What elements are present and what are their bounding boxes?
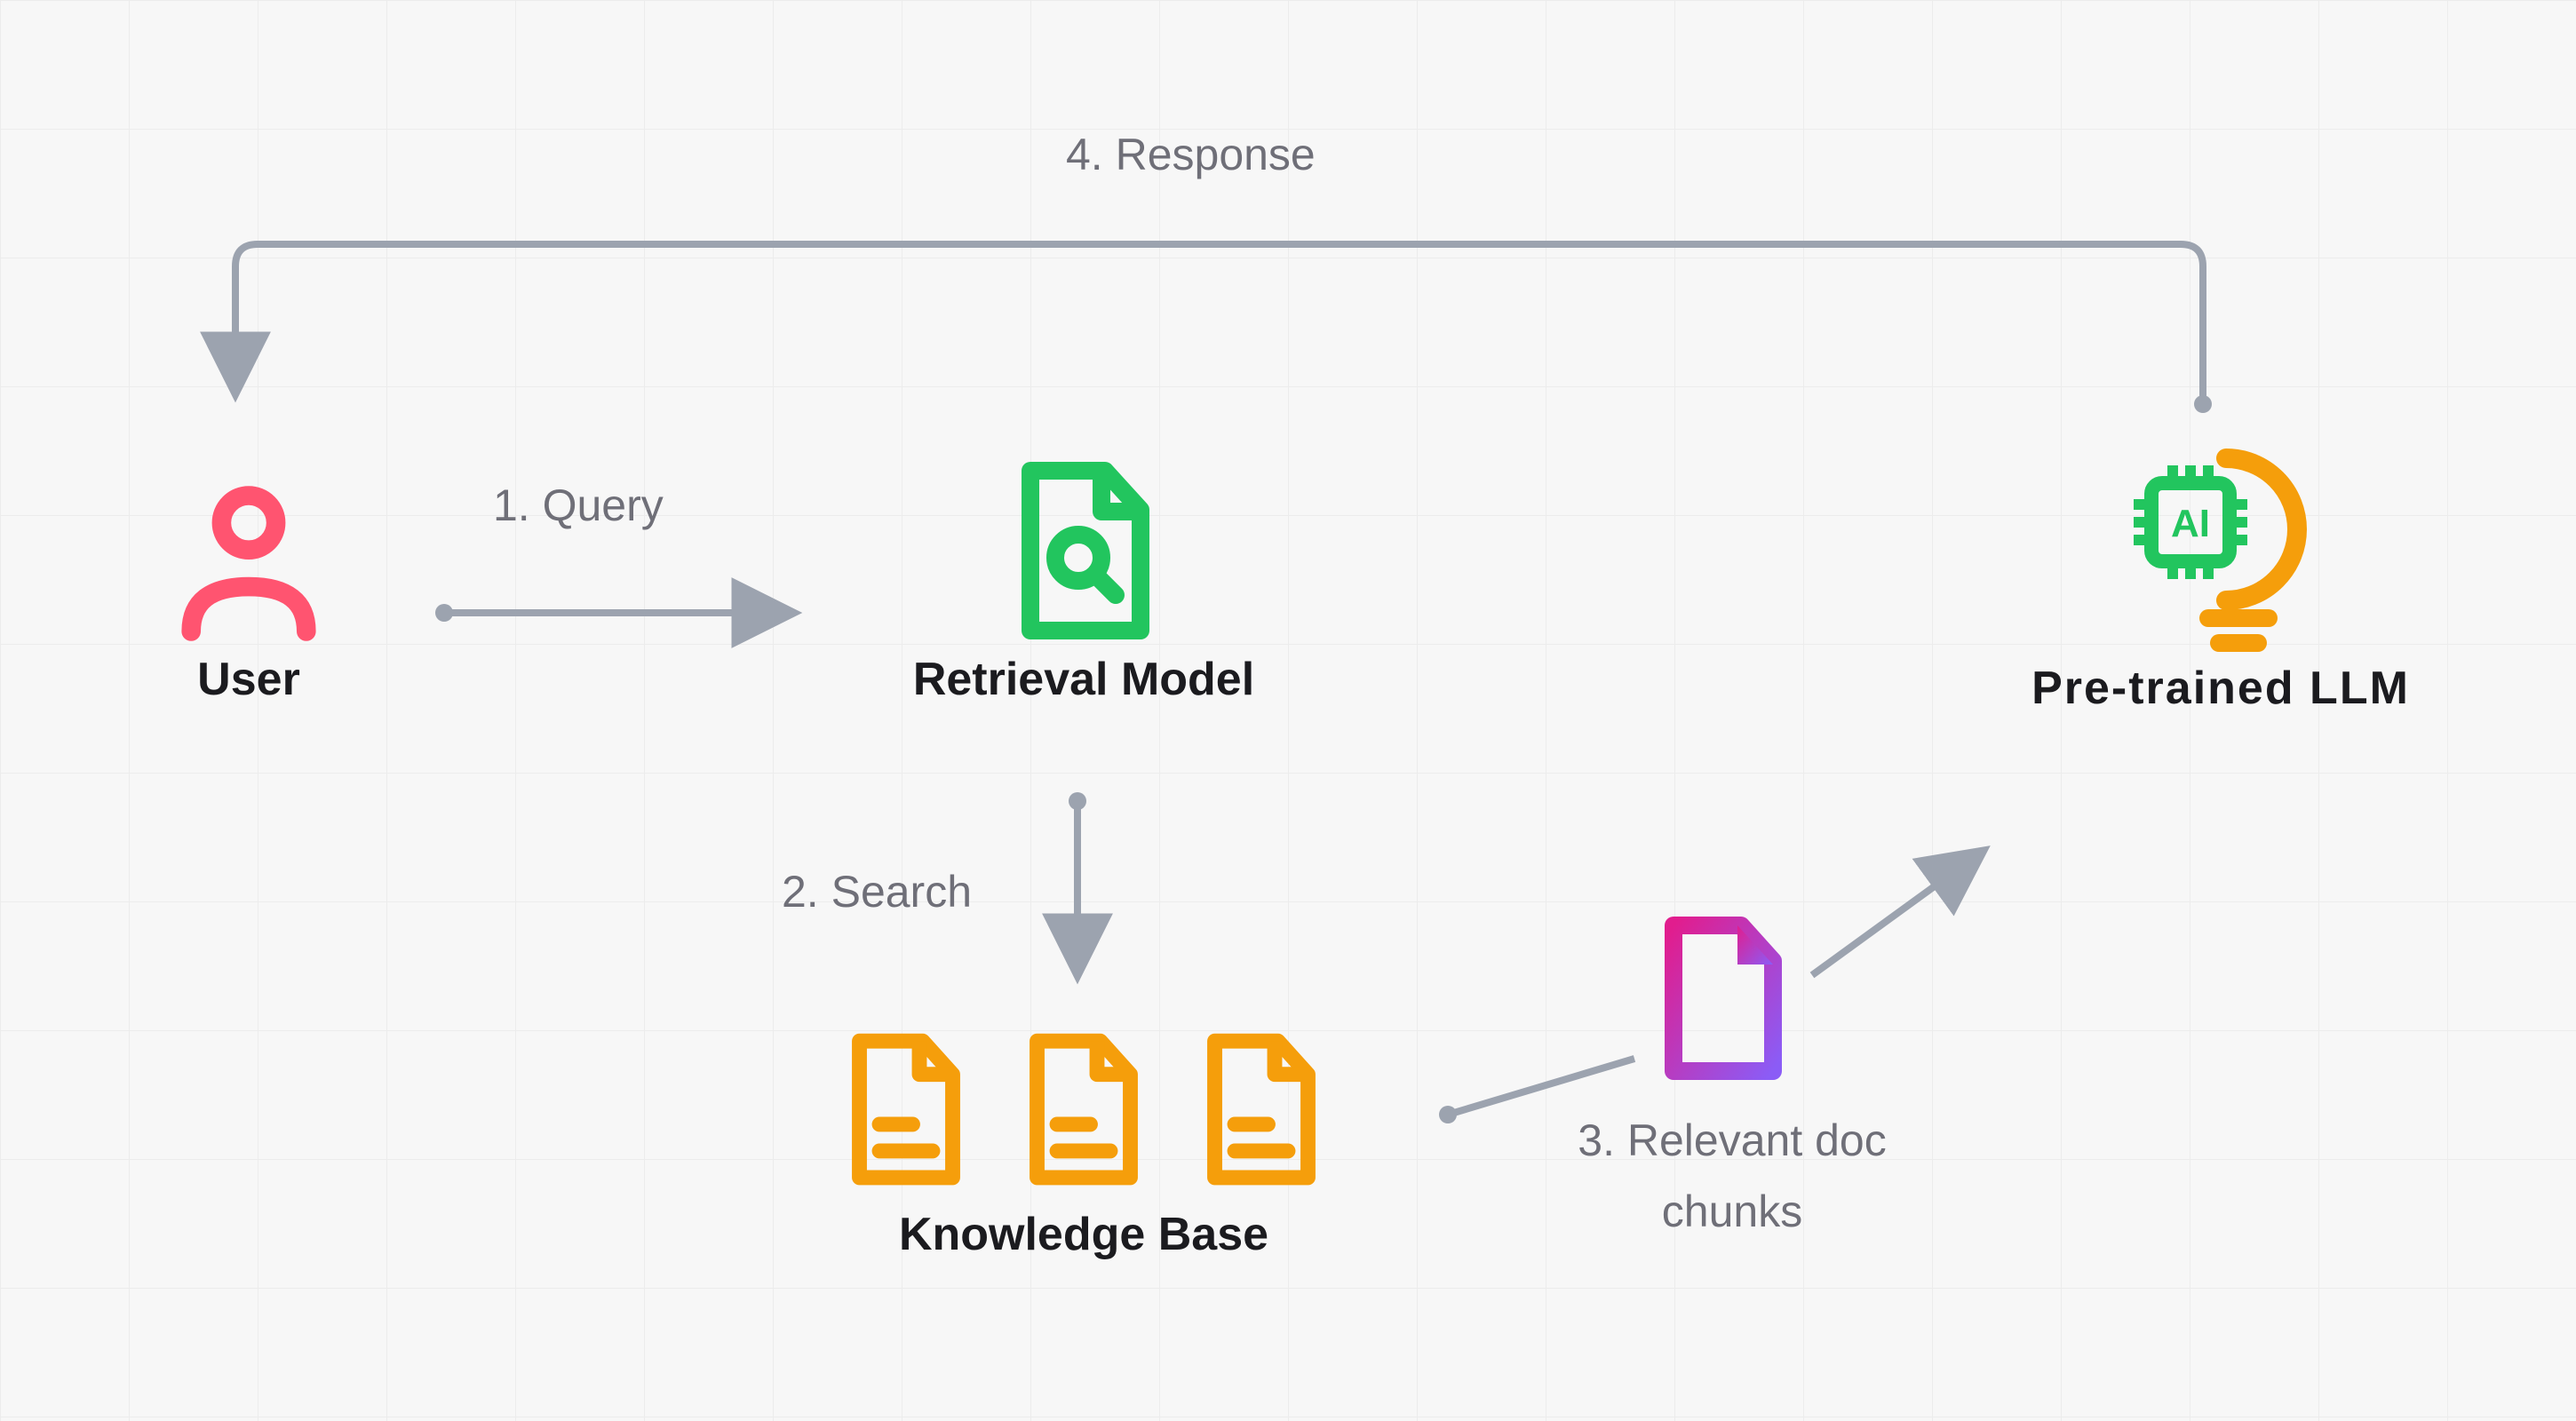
label-response: 4. Response xyxy=(1066,129,1316,180)
node-user: User xyxy=(142,471,355,706)
node-retrieval-label: Retrieval Model xyxy=(862,653,1306,706)
svg-text:AI: AI xyxy=(2171,502,2210,545)
label-query: 1. Query xyxy=(493,480,664,531)
document-icon xyxy=(1195,1030,1328,1190)
node-llm: AI Pre-trained LLM xyxy=(1954,426,2487,715)
document-icon xyxy=(839,1030,973,1190)
label-chunks-line2: chunks xyxy=(1528,1186,1936,1237)
document-chunk-icon xyxy=(1652,915,1794,1084)
node-llm-label: Pre-trained LLM xyxy=(1954,662,2487,715)
node-user-label: User xyxy=(142,653,355,706)
document-icon xyxy=(1017,1030,1150,1190)
chunk-doc xyxy=(1652,915,1794,1088)
label-chunks-line1: 3. Relevant doc xyxy=(1528,1115,1936,1166)
file-search-icon xyxy=(995,462,1173,648)
node-kb: Knowledge Base xyxy=(782,1030,1386,1261)
label-search: 2. Search xyxy=(782,866,972,917)
user-icon xyxy=(169,471,329,648)
node-kb-label: Knowledge Base xyxy=(782,1208,1386,1261)
ai-bulb-icon: AI xyxy=(2105,426,2336,657)
node-retrieval: Retrieval Model xyxy=(862,462,1306,706)
